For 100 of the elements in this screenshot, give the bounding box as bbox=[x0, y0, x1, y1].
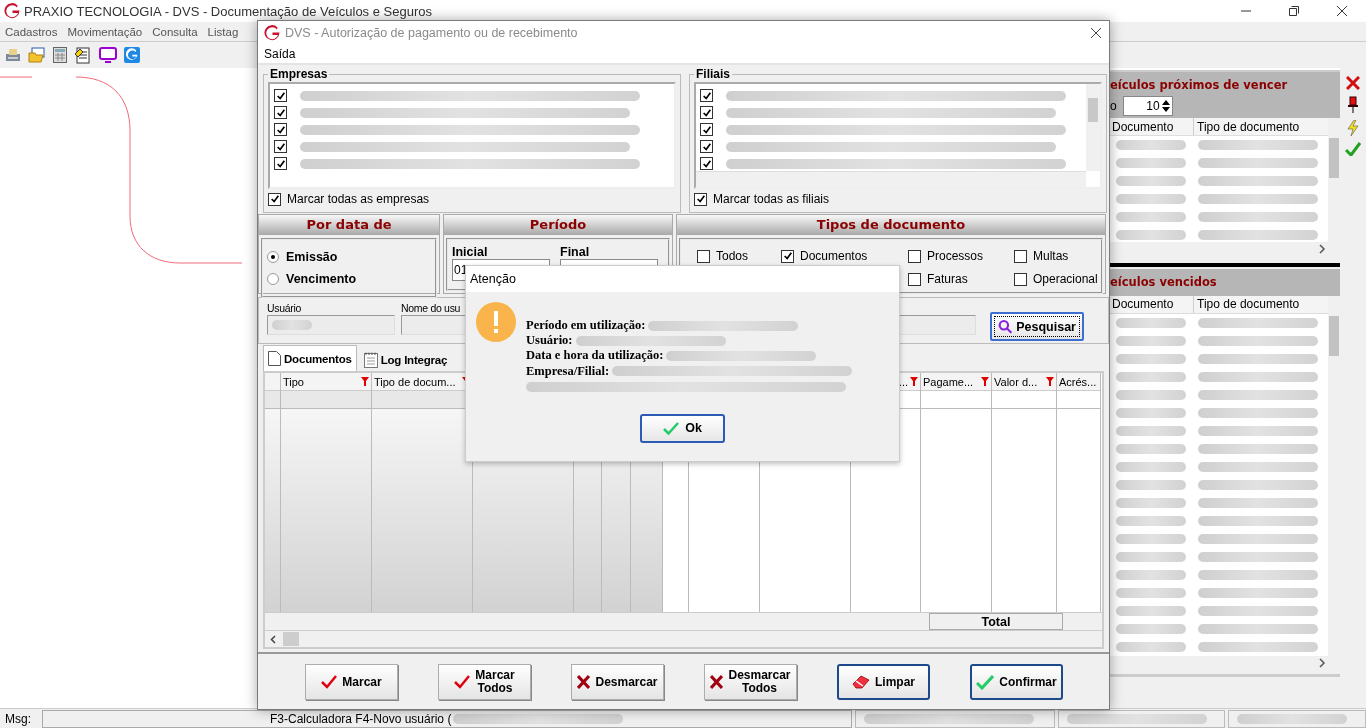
redacted-text bbox=[1116, 641, 1186, 652]
window-title: PRAXIO TECNOLOGIA - DVS - Documentação de Veículos e Seguros bbox=[24, 3, 433, 19]
action-button[interactable]: Desmarcar Todos bbox=[704, 664, 797, 700]
printer-icon[interactable] bbox=[5, 47, 21, 63]
calculator-icon[interactable] bbox=[53, 47, 67, 63]
action-button[interactable]: Marcar Todos bbox=[438, 664, 531, 700]
column-header[interactable]: Tipo bbox=[281, 373, 371, 391]
action-button[interactable]: Confirmar bbox=[970, 664, 1063, 700]
radio-button[interactable] bbox=[267, 251, 279, 263]
radio-label: Vencimento bbox=[286, 272, 357, 286]
redacted-text bbox=[1116, 371, 1186, 382]
action-button[interactable]: Desmarcar bbox=[571, 664, 664, 700]
field-label: Usuário bbox=[267, 302, 302, 314]
redacted-text bbox=[1116, 551, 1186, 562]
filter-icon[interactable] bbox=[361, 377, 369, 386]
logo-icon bbox=[264, 25, 280, 41]
checkbox[interactable] bbox=[274, 157, 287, 170]
menu-item[interactable]: Saída bbox=[264, 47, 296, 61]
scrollbar[interactable] bbox=[265, 630, 1102, 647]
action-button[interactable]: Marcar bbox=[305, 664, 398, 700]
checkbox-label: Multas bbox=[1033, 249, 1069, 263]
checkbox[interactable] bbox=[700, 89, 713, 102]
checkbox[interactable] bbox=[781, 249, 794, 263]
close-icon[interactable] bbox=[1337, 6, 1347, 16]
redacted-text bbox=[1116, 461, 1186, 472]
checkbox[interactable] bbox=[274, 89, 287, 102]
redacted-text bbox=[1116, 389, 1186, 400]
checkbox[interactable] bbox=[274, 140, 287, 153]
logo-icon[interactable] bbox=[124, 47, 140, 63]
tab[interactable]: Log Integraç bbox=[358, 347, 453, 371]
redacted-text bbox=[1116, 176, 1186, 186]
filter-icon[interactable] bbox=[910, 377, 918, 386]
panel-title: eículos próximos de vencer bbox=[1110, 78, 1289, 92]
checkbox-label: Operacional bbox=[1033, 272, 1098, 286]
folder-icon[interactable] bbox=[28, 47, 46, 63]
redacted-text bbox=[1116, 335, 1186, 346]
notepad-icon bbox=[363, 351, 378, 368]
checkbox-label: Marcar todas as empresas bbox=[287, 192, 430, 206]
radio-button[interactable] bbox=[267, 273, 279, 285]
filter-icon[interactable] bbox=[981, 377, 989, 386]
redacted-text bbox=[1116, 605, 1186, 616]
notepad-icon[interactable] bbox=[74, 46, 92, 64]
checkbox[interactable] bbox=[274, 123, 287, 136]
group-title: Filiais bbox=[695, 67, 731, 81]
checkbox[interactable] bbox=[694, 192, 707, 206]
checkbox[interactable] bbox=[274, 106, 287, 119]
search-button[interactable]: Pesquisar bbox=[990, 312, 1084, 341]
checkbox[interactable] bbox=[700, 140, 713, 153]
checkbox[interactable] bbox=[1014, 249, 1027, 263]
search-icon bbox=[998, 318, 1013, 335]
redacted-text bbox=[1116, 479, 1186, 490]
checkbox[interactable] bbox=[700, 123, 713, 136]
menu-item[interactable]: Listag bbox=[202, 25, 244, 38]
checkbox[interactable] bbox=[700, 106, 713, 119]
close-icon[interactable] bbox=[1091, 28, 1101, 38]
menu-item[interactable]: Cadastros bbox=[0, 25, 63, 38]
checkbox[interactable] bbox=[268, 192, 281, 206]
warning-icon bbox=[476, 302, 516, 342]
redacted-text bbox=[1116, 140, 1186, 150]
checkbox[interactable] bbox=[697, 249, 710, 263]
redacted-text bbox=[1116, 353, 1186, 364]
logo-icon bbox=[4, 3, 20, 19]
document-icon bbox=[268, 351, 281, 366]
lightning-icon[interactable] bbox=[1346, 120, 1360, 136]
redacted-text bbox=[1116, 533, 1186, 544]
scrollbar-thumb[interactable] bbox=[283, 632, 299, 646]
scrollbar[interactable] bbox=[696, 171, 1086, 187]
checkbox[interactable] bbox=[908, 272, 921, 286]
redacted-text bbox=[1116, 497, 1186, 508]
cross-icon bbox=[710, 675, 724, 689]
filter-icon[interactable] bbox=[1046, 377, 1054, 386]
chevron-right-icon[interactable] bbox=[1318, 244, 1326, 254]
tab[interactable]: Documentos bbox=[263, 345, 357, 371]
chevron-left-icon[interactable] bbox=[270, 634, 277, 644]
check-icon bbox=[454, 675, 471, 689]
redacted-text bbox=[1116, 317, 1186, 328]
checkbox-label: Todos bbox=[716, 249, 749, 263]
scrollbar[interactable] bbox=[1086, 84, 1100, 171]
check-icon[interactable] bbox=[1345, 142, 1361, 156]
checkbox[interactable] bbox=[1014, 272, 1027, 286]
monitor-icon[interactable] bbox=[99, 47, 117, 63]
dialog-title: Atenção bbox=[470, 272, 516, 286]
column-header[interactable]: Pagame... bbox=[921, 373, 991, 391]
checkbox[interactable] bbox=[700, 157, 713, 170]
redacted-text bbox=[272, 320, 312, 330]
pin-icon[interactable] bbox=[1347, 96, 1359, 114]
redacted-text bbox=[1116, 587, 1186, 598]
input-field[interactable] bbox=[267, 315, 395, 335]
number-spinner[interactable]: 10 bbox=[1122, 96, 1173, 116]
menu-item[interactable]: Consulta bbox=[147, 25, 203, 38]
column-header[interactable]: Valor d... bbox=[992, 373, 1056, 391]
chevron-right-icon[interactable] bbox=[1318, 657, 1326, 668]
restore-icon[interactable] bbox=[1289, 6, 1299, 16]
menu-item[interactable]: Movimentação bbox=[62, 25, 148, 38]
ok-button[interactable]: Ok bbox=[640, 413, 725, 443]
action-button[interactable]: Limpar bbox=[837, 664, 930, 700]
panel-title: eículos vencidos bbox=[1110, 274, 1218, 289]
column-header[interactable]: Acrés... bbox=[1057, 373, 1100, 391]
checkbox-list[interactable] bbox=[268, 82, 676, 189]
checkbox[interactable] bbox=[908, 249, 921, 263]
